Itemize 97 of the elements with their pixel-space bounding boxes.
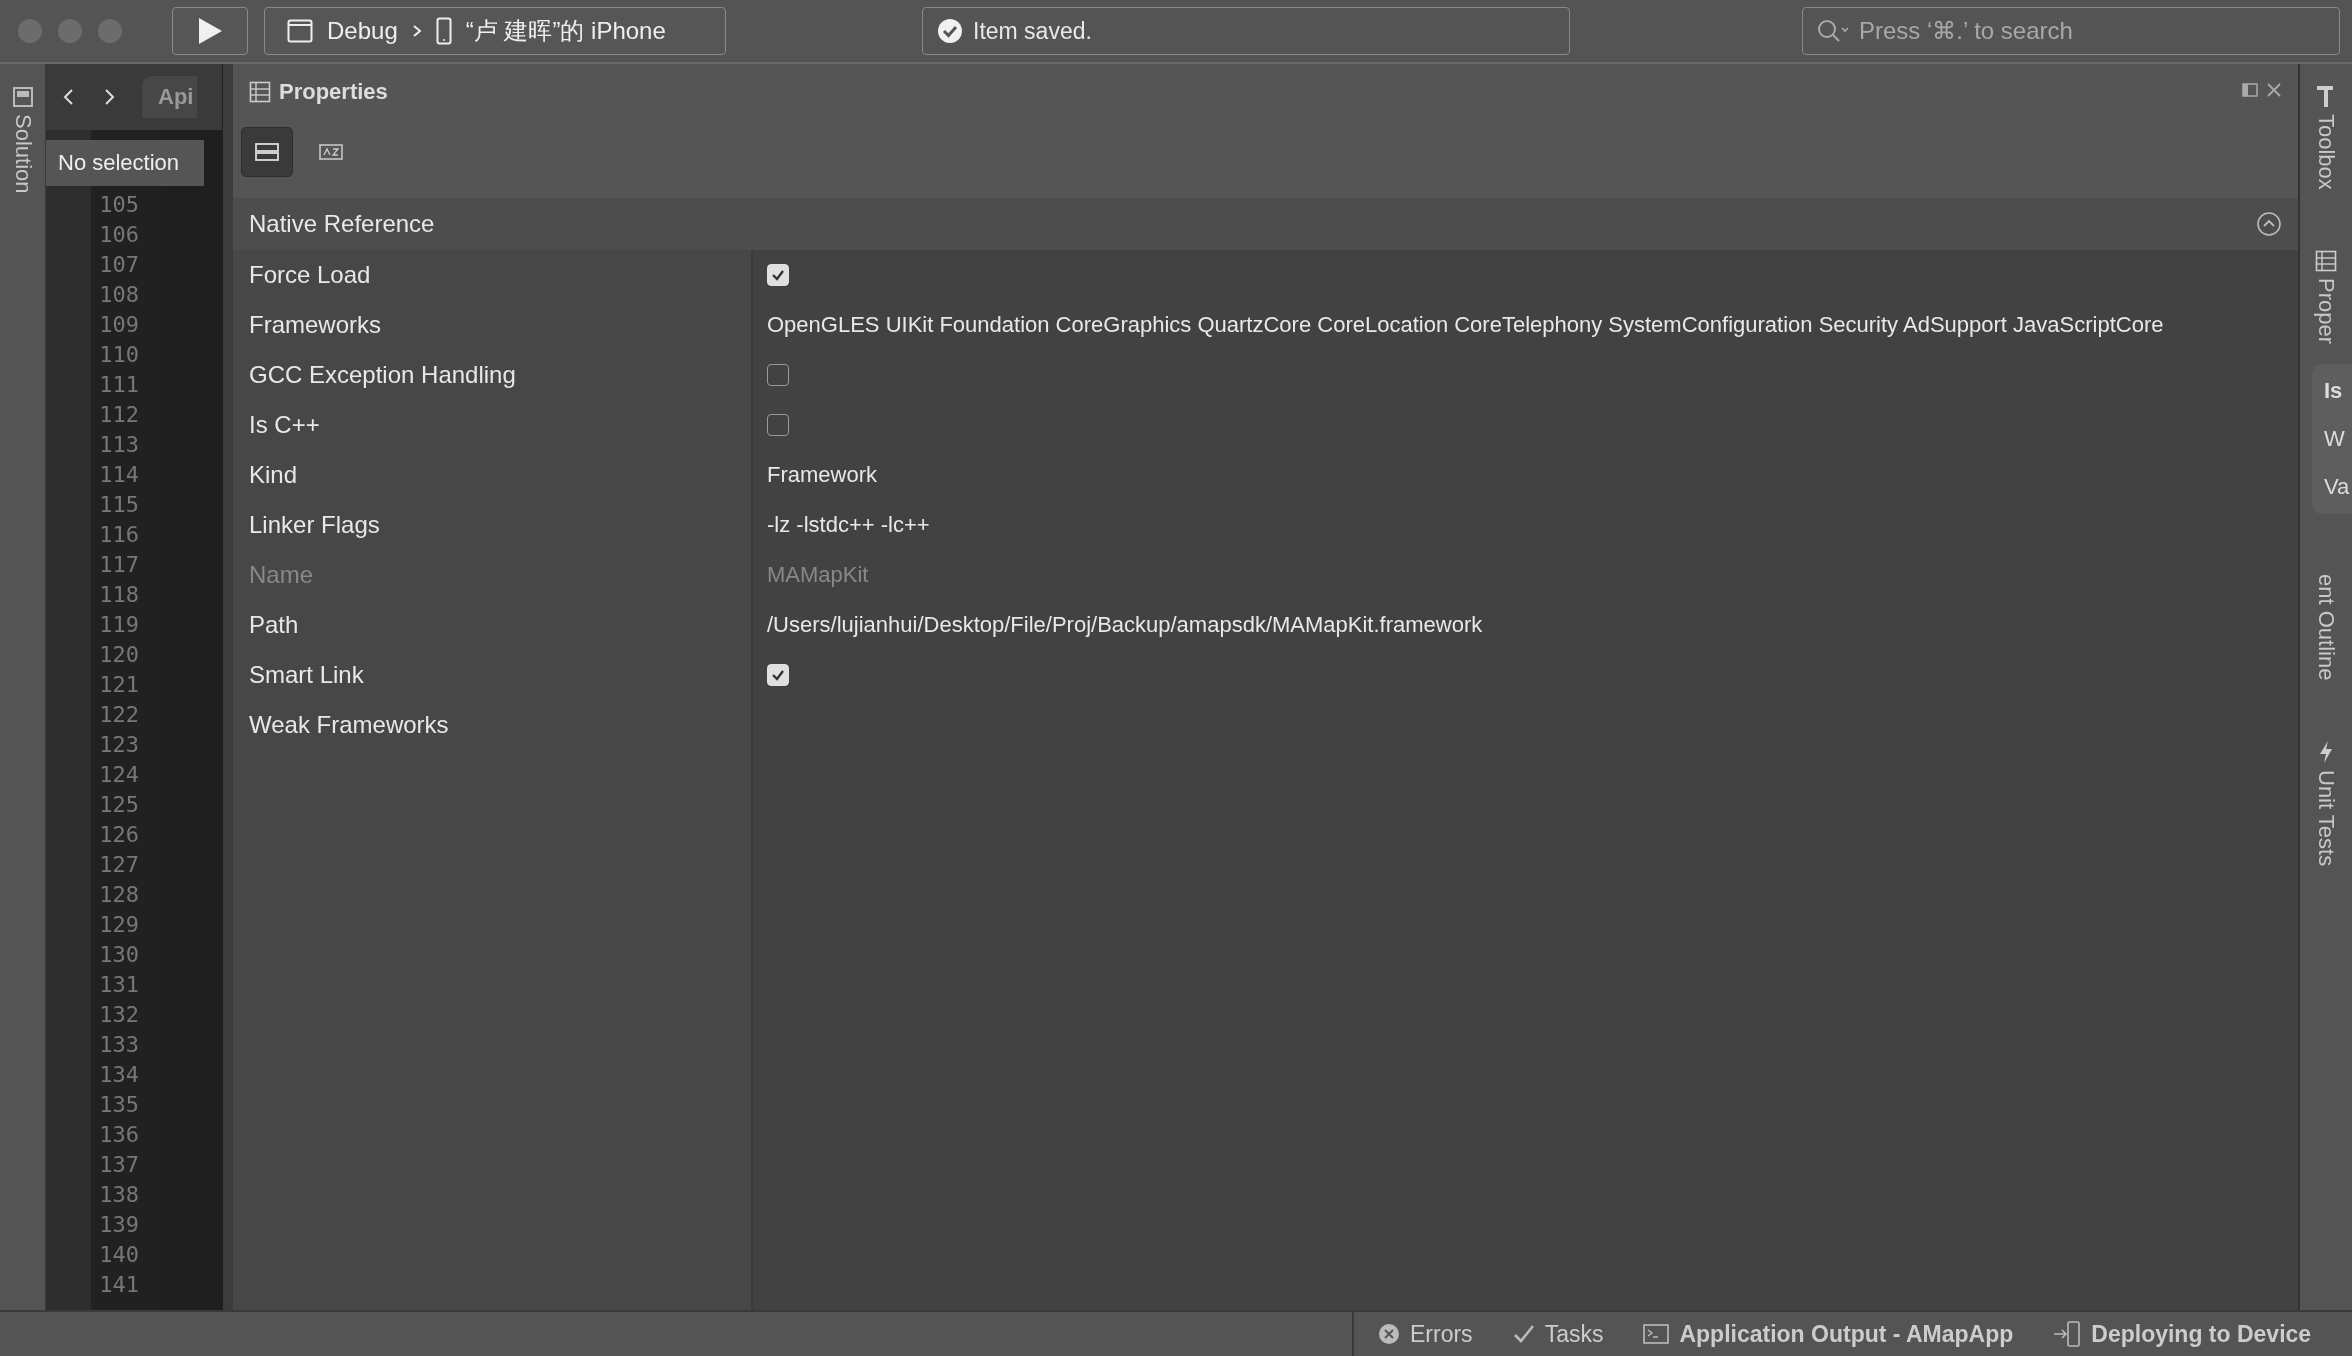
line-number: 141: [98, 1271, 140, 1299]
terminal-icon: [1643, 1324, 1670, 1344]
line-number: 121: [98, 671, 140, 699]
property-value: /Users/lujianhui/Desktop/File/Proj/Backup/amapsdk/MAMapKit.framework: [767, 612, 1483, 638]
configuration-label: Debug: [327, 17, 398, 45]
line-number: 123: [98, 731, 140, 759]
line-number: 106: [98, 221, 140, 249]
view-toggle-button[interactable]: [241, 127, 293, 177]
panel-title: Properties: [279, 79, 388, 105]
solution-icon: [11, 86, 34, 108]
line-number: 119: [98, 611, 140, 639]
line-number: 138: [98, 1181, 140, 1209]
play-icon: [197, 17, 223, 45]
back-icon[interactable]: [62, 87, 76, 107]
line-number: 105: [98, 191, 140, 219]
line-number: 129: [98, 911, 140, 939]
popover-item[interactable]: W: [2324, 426, 2352, 452]
search-field[interactable]: Press ‘⌘.’ to search: [1802, 7, 2340, 55]
property-label: Name: [233, 550, 753, 600]
dock-tab[interactable]: ent Outline: [2313, 573, 2339, 681]
line-number: 113: [98, 431, 140, 459]
property-label: Frameworks: [233, 300, 753, 350]
property-label: Smart Link: [233, 650, 753, 700]
line-number: 107: [98, 251, 140, 279]
properties-icon: [2315, 249, 2337, 272]
status-bar-tab[interactable]: Application Output - AMapApp: [1679, 1320, 2014, 1348]
properties-icon: [249, 81, 271, 103]
line-number: 134: [98, 1061, 140, 1089]
status-bar-tab[interactable]: Deploying to Device: [2091, 1320, 2312, 1348]
popover-item[interactable]: Va: [2324, 474, 2352, 500]
line-number: 111: [98, 371, 140, 399]
tooltip: No selection: [46, 140, 204, 186]
dock-tab[interactable]: Proper: [2313, 277, 2339, 344]
popover-item[interactable]: Is: [2324, 378, 2352, 404]
check-circle-icon: [937, 18, 963, 44]
device-label: “卢 建晖”的 iPhone: [465, 16, 666, 46]
line-number: 139: [98, 1211, 140, 1239]
line-number: 109: [98, 311, 140, 339]
configuration-selector[interactable]: Debug “卢 建晖”的 iPhone: [264, 7, 726, 55]
property-value: MAMapKit: [767, 562, 869, 588]
line-number: 118: [98, 581, 140, 609]
line-number: 116: [98, 521, 140, 549]
property-label: Is C++: [233, 400, 753, 450]
status-message: Item saved.: [973, 17, 1092, 45]
line-number: 136: [98, 1121, 140, 1149]
run-button[interactable]: [172, 7, 248, 55]
line-number: 126: [98, 821, 140, 849]
dock-tab[interactable]: Unit Tests: [2313, 770, 2339, 867]
property-label: Force Load: [233, 250, 753, 300]
section-title: Native Reference: [249, 210, 435, 238]
editor-tab[interactable]: Api: [142, 76, 198, 118]
line-number: 115: [98, 491, 140, 519]
line-number: 130: [98, 941, 140, 969]
checkbox[interactable]: [767, 364, 789, 386]
property-value: OpenGLES UIKit Foundation CoreGraphics QuartzCore CoreLocation CoreTelephony SystemConfiguration Security AdSupport JavaScriptCore: [767, 312, 2164, 338]
status-bar-tab[interactable]: Tasks: [1544, 1320, 1604, 1348]
line-number: 120: [98, 641, 140, 669]
search-icon: [1816, 18, 1850, 44]
sort-icon: [319, 144, 343, 160]
chevron-icon: [411, 24, 422, 38]
window-icon: [287, 19, 313, 43]
line-number: 132: [98, 1001, 140, 1029]
deploy-icon: [2053, 1320, 2082, 1348]
collapse-icon[interactable]: [2256, 211, 2282, 237]
line-number: 131: [98, 971, 140, 999]
property-value: Framework: [767, 462, 877, 488]
line-number: 137: [98, 1151, 140, 1179]
property-label: Weak Frameworks: [233, 700, 753, 750]
status-bar-tab[interactable]: Errors: [1410, 1320, 1473, 1348]
forward-icon[interactable]: [102, 87, 116, 107]
line-number: 110: [98, 341, 140, 369]
section-header[interactable]: Native Reference: [233, 198, 2298, 250]
error-icon: [1378, 1323, 1400, 1345]
checkbox[interactable]: [767, 414, 789, 436]
line-number: 124: [98, 761, 140, 789]
line-number: 128: [98, 881, 140, 909]
line-number: 114: [98, 461, 140, 489]
property-label: GCC Exception Handling: [233, 350, 753, 400]
line-number: 135: [98, 1091, 140, 1119]
rows-icon: [255, 143, 279, 161]
line-number: 140: [98, 1241, 140, 1269]
line-number: 117: [98, 551, 140, 579]
line-number: 108: [98, 281, 140, 309]
lightning-icon: [2318, 740, 2334, 765]
check-icon: [1512, 1323, 1535, 1345]
property-label: Path: [233, 600, 753, 650]
phone-icon: [435, 17, 452, 45]
line-number: 112: [98, 401, 140, 429]
dock-tab[interactable]: Toolbox: [2313, 114, 2339, 190]
property-label: Kind: [233, 450, 753, 500]
property-value: -lz -lstdc++ -lc++: [767, 512, 930, 538]
property-label: Linker Flags: [233, 500, 753, 550]
line-number: 127: [98, 851, 140, 879]
line-number: 122: [98, 701, 140, 729]
dock-tab[interactable]: Solution: [9, 114, 36, 194]
line-number: 125: [98, 791, 140, 819]
line-number: 133: [98, 1031, 140, 1059]
